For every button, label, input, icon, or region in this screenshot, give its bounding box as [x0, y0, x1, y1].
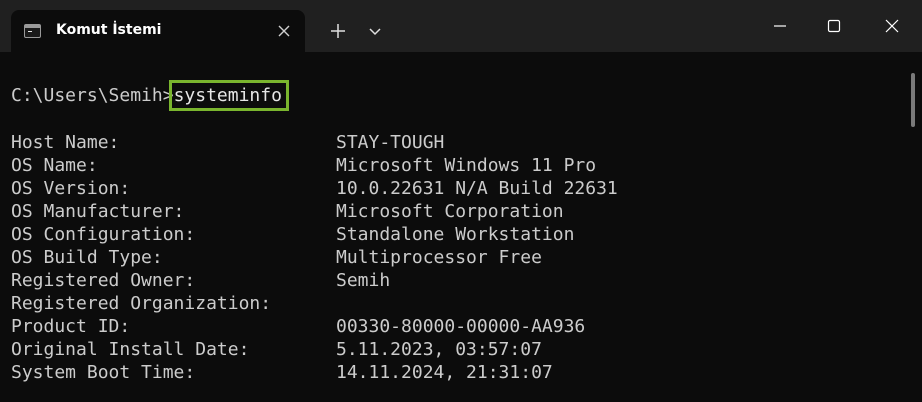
- command-text: systeminfo: [168, 80, 289, 111]
- info-label: OS Configuration:: [11, 224, 196, 245]
- info-label: Host Name:: [11, 132, 120, 153]
- close-tab-button[interactable]: [273, 20, 295, 42]
- tab-komut-istemi[interactable]: Komut İstemi: [11, 10, 305, 52]
- info-value: Standalone Workstation: [336, 224, 575, 245]
- info-label: System Boot Time:: [11, 362, 196, 383]
- info-label: OS Manufacturer:: [11, 201, 185, 222]
- maximize-button[interactable]: [806, 0, 862, 52]
- plus-icon: [331, 24, 345, 38]
- terminal-output[interactable]: C:\Users\Semih>systeminfo Host Name: STAY…: [0, 52, 922, 402]
- info-label: Original Install Date:: [11, 339, 250, 360]
- scrollbar-thumb[interactable]: [911, 73, 915, 127]
- info-value: Multiprocessor Free: [336, 247, 542, 268]
- info-label: Registered Organization:: [11, 293, 272, 314]
- info-value: Microsoft Windows 11 Pro: [336, 155, 597, 176]
- minimize-icon: [774, 25, 786, 27]
- new-tab-button[interactable]: [324, 17, 352, 45]
- close-window-button[interactable]: [864, 0, 920, 52]
- tab-title: Komut İstemi: [56, 22, 162, 38]
- close-icon: [278, 25, 290, 37]
- maximize-icon: [827, 19, 841, 33]
- tab-dropdown-button[interactable]: [362, 18, 388, 44]
- info-value: 5.11.2023, 03:57:07: [336, 339, 542, 360]
- info-label: Product ID:: [11, 316, 131, 337]
- info-label: Registered Owner:: [11, 270, 196, 291]
- close-icon: [885, 19, 899, 33]
- info-label: OS Build Type:: [11, 247, 163, 268]
- cmd-terminal-icon: [24, 24, 41, 38]
- info-value: STAY-TOUGH: [336, 132, 445, 153]
- info-value: Microsoft Corporation: [336, 201, 564, 222]
- info-value: 00330-80000-00000-AA936: [336, 316, 586, 337]
- info-value: 10.0.22631 N/A Build 22631: [336, 178, 618, 199]
- info-label: OS Version:: [11, 178, 131, 199]
- info-value: 14.11.2024, 21:31:07: [336, 362, 553, 383]
- prompt-text: C:\Users\Semih>: [11, 85, 174, 106]
- info-value: Semih: [336, 270, 391, 291]
- chevron-down-icon: [369, 28, 381, 36]
- minimize-button[interactable]: [752, 0, 808, 52]
- title-bar: Komut İstemi: [0, 0, 922, 52]
- command-line: C:\Users\Semih>systeminfo: [11, 80, 289, 111]
- info-label: OS Name:: [11, 155, 98, 176]
